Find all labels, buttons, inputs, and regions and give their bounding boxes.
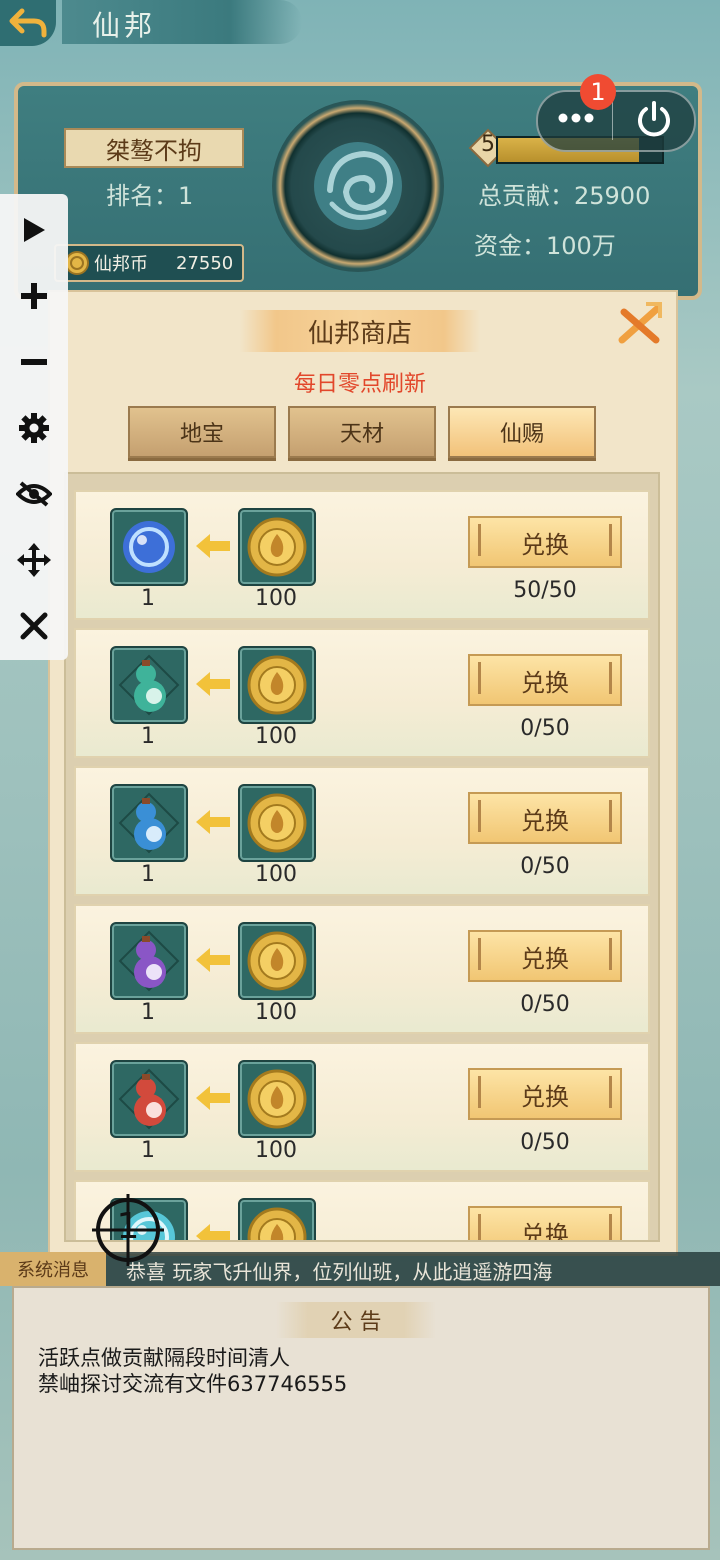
- reward-item-slot[interactable]: [110, 646, 188, 724]
- system-message-text: 恭喜 玩家飞升仙界，位列仙班，从此逍遥游四海: [126, 1260, 553, 1284]
- back-button[interactable]: [0, 0, 56, 46]
- refresh-note: 每日零点刷新: [293, 372, 426, 397]
- power-button[interactable]: [628, 96, 680, 142]
- cost-coin-slot[interactable]: [238, 1198, 316, 1240]
- shop-item-row: 1 100 兑换 0/50: [74, 904, 650, 1034]
- crosshair-label: 1: [116, 1206, 140, 1247]
- close-icon[interactable]: [616, 300, 664, 348]
- cost-amount: 100: [255, 862, 297, 887]
- purchase-limit: 50/50: [513, 578, 577, 603]
- guild-coin-icon: [247, 1207, 307, 1240]
- floating-toolbar: [0, 194, 68, 660]
- eye-off-icon: [16, 481, 52, 507]
- coin-label: 仙邦币: [94, 254, 148, 275]
- cost-coin-slot[interactable]: [238, 646, 316, 724]
- purchase-limit: 0/50: [520, 992, 570, 1017]
- reward-qty: 1: [141, 724, 155, 749]
- reward-item-slot[interactable]: [110, 784, 188, 862]
- reward-item-slot[interactable]: [110, 1060, 188, 1138]
- tab-tiancai[interactable]: 天材: [288, 406, 436, 458]
- tab-xianci[interactable]: 仙赐: [448, 406, 596, 458]
- total-contribution: 总贡献：25900: [478, 182, 651, 210]
- reward-qty: 1: [141, 586, 155, 611]
- cost-coin-slot[interactable]: [238, 1060, 316, 1138]
- tap-crosshair: 1: [92, 1194, 164, 1266]
- cost-amount: 100: [255, 586, 297, 611]
- move-icon: [17, 543, 51, 577]
- cost-coin-slot[interactable]: [238, 508, 316, 586]
- zoom-out-button[interactable]: [12, 340, 56, 384]
- exchange-button[interactable]: 兑换: [468, 654, 622, 706]
- reward-qty: 1: [141, 862, 155, 887]
- close-toolbar-button[interactable]: [12, 604, 56, 648]
- coin-value: 27550: [176, 252, 234, 274]
- notice-line-2: 禁岫探讨交流有文件637746555: [38, 1372, 348, 1396]
- back-arrow-icon: [9, 8, 47, 38]
- purchase-limit: 0/50: [520, 854, 570, 879]
- cost-coin-slot[interactable]: [238, 922, 316, 1000]
- play-button[interactable]: [12, 208, 56, 252]
- guild-coin-balance: 仙邦币 27550: [54, 244, 244, 282]
- guild-funds: 资金：100万: [474, 232, 616, 260]
- exchange-arrow-icon: [196, 1086, 230, 1110]
- zoom-in-button[interactable]: [12, 274, 56, 318]
- notice-title: 公 告: [276, 1302, 436, 1338]
- shop-item-list[interactable]: 1 100 兑换 50/50 1 100 兑换 0/50 1 100 兑换 0/…: [64, 472, 660, 1242]
- cost-amount: 100: [255, 1138, 297, 1163]
- settings-button[interactable]: [12, 406, 56, 450]
- guild-coin-icon: [247, 517, 307, 577]
- shop-item-row: 1 100 兑换 0/50: [74, 766, 650, 896]
- cost-amount: 100: [255, 1000, 297, 1025]
- exchange-arrow-icon: [196, 1224, 230, 1240]
- reward-item-slot[interactable]: [110, 508, 188, 586]
- hide-button[interactable]: [12, 472, 56, 516]
- shop-item-row: 1 100 兑换 50/50: [74, 490, 650, 620]
- reward-qty: 1: [141, 1000, 155, 1025]
- exchange-button[interactable]: 兑换: [468, 930, 622, 982]
- more-dots-icon: [558, 113, 594, 123]
- purchase-limit: 0/50: [520, 716, 570, 741]
- tab-dibao[interactable]: 地宝: [128, 406, 276, 458]
- play-icon: [24, 218, 45, 242]
- reward-qty: 1: [141, 1138, 155, 1163]
- guild-coin-icon: [247, 1069, 307, 1129]
- exchange-button[interactable]: 兑换: [468, 1206, 622, 1240]
- notification-badge: 1: [580, 74, 616, 110]
- system-message-label: 系统消息: [0, 1252, 106, 1286]
- cost-amount: 100: [255, 724, 297, 749]
- move-button[interactable]: [12, 538, 56, 582]
- guild-coin-icon: [247, 655, 307, 715]
- shop-item-row: 1 100 兑换 0/50: [74, 628, 650, 758]
- exchange-button[interactable]: 兑换: [468, 792, 622, 844]
- minus-icon: [21, 359, 47, 365]
- exchange-arrow-icon: [196, 534, 230, 558]
- guild-coin-icon: [247, 793, 307, 853]
- guild-emblem-icon[interactable]: [272, 100, 444, 272]
- guild-rank: 排名：1: [106, 182, 194, 210]
- exchange-button[interactable]: 兑换: [468, 1068, 622, 1120]
- exchange-arrow-icon: [196, 810, 230, 834]
- capsule-divider: [612, 100, 613, 140]
- shop-item-row: 1 100 兑换 0/50: [74, 1042, 650, 1172]
- shop-title: 仙邦商店: [240, 310, 480, 352]
- cost-coin-slot[interactable]: [238, 784, 316, 862]
- power-icon: [638, 101, 670, 137]
- reward-item-slot[interactable]: [110, 922, 188, 1000]
- exchange-button[interactable]: 兑换: [468, 516, 622, 568]
- gear-icon: [19, 413, 49, 443]
- plus-icon: [21, 283, 47, 309]
- guild-coin-icon: [247, 931, 307, 991]
- purchase-limit: 0/50: [520, 1130, 570, 1155]
- x-icon: [20, 612, 48, 640]
- guild-name: 桀骜不拘: [64, 128, 244, 168]
- exchange-arrow-icon: [196, 948, 230, 972]
- exchange-arrow-icon: [196, 672, 230, 696]
- page-title: 仙邦: [92, 9, 157, 42]
